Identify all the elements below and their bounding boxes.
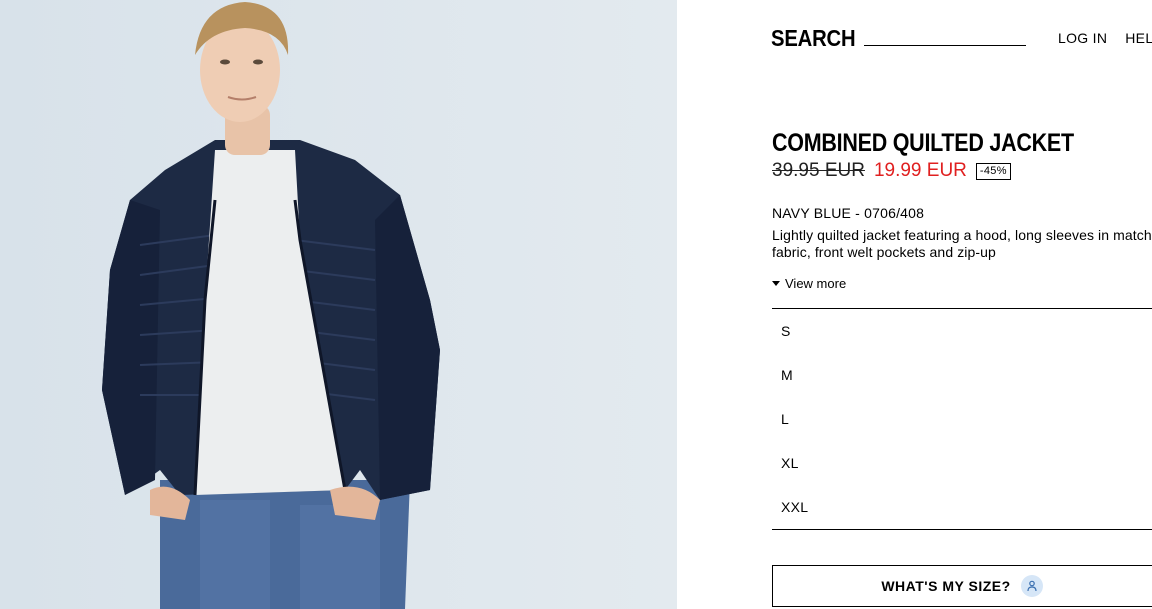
- product-description: Lightly quilted jacket featuring a hood,…: [772, 227, 1152, 260]
- size-option-l[interactable]: L: [772, 397, 1152, 441]
- size-selector: S M L XL XXL: [772, 308, 1152, 530]
- login-link[interactable]: LOG IN: [1058, 30, 1107, 46]
- view-more-label: View more: [785, 276, 847, 291]
- view-more-button[interactable]: View more: [772, 276, 846, 291]
- product-image[interactable]: [0, 0, 677, 609]
- original-price: 39.95 EUR: [772, 160, 865, 181]
- help-link[interactable]: HELP: [1125, 30, 1152, 46]
- size-option-s[interactable]: S: [772, 309, 1152, 353]
- color-reference: NAVY BLUE - 0706/408: [772, 205, 925, 221]
- search-underline[interactable]: [864, 45, 1026, 46]
- top-nav: LOG IN HELP: [1058, 30, 1152, 46]
- whats-my-size-label: WHAT'S MY SIZE?: [881, 578, 1011, 594]
- person-icon: [1020, 575, 1043, 597]
- discount-badge: -45%: [975, 162, 1011, 180]
- product-title: COMBINED QUILTED JACKET: [772, 129, 1074, 157]
- sale-price: 19.99 EUR: [873, 160, 967, 181]
- caret-down-icon: [772, 281, 780, 286]
- size-option-xl[interactable]: XL: [772, 441, 1152, 485]
- size-option-xxl[interactable]: XXL: [772, 485, 1152, 529]
- product-photo: [0, 0, 677, 609]
- product-info-panel: SEARCH LOG IN HELP COMBINED QUILTED JACK…: [677, 0, 1152, 609]
- size-option-m[interactable]: M: [772, 353, 1152, 397]
- whats-my-size-button[interactable]: WHAT'S MY SIZE?: [772, 565, 1152, 607]
- search-link[interactable]: SEARCH: [771, 24, 856, 52]
- price-row: 39.95 EUR 19.99 EUR -45%: [772, 160, 1011, 182]
